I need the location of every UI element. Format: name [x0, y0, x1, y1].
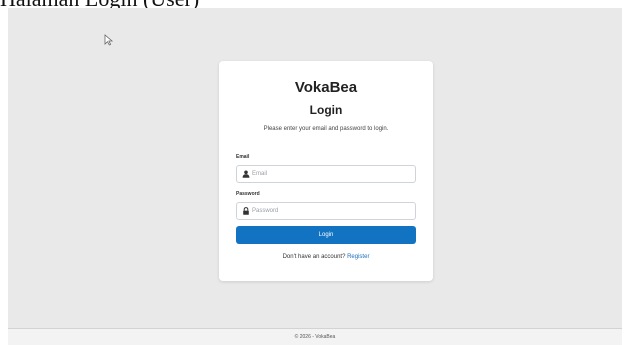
register-prompt: Don't have an account? Register	[219, 254, 433, 260]
no-account-text: Don't have an account?	[282, 254, 346, 260]
login-card: VokaBea Login Please enter your email an…	[219, 61, 433, 281]
page-footer: © 2026 - VokaBea	[8, 328, 622, 345]
login-heading: Login	[309, 103, 343, 117]
password-label: Password	[236, 191, 260, 197]
brand-title: VokaBea	[294, 79, 358, 96]
mouse-pointer-icon	[104, 34, 114, 46]
footer-copyright: © 2026 - VokaBea	[294, 334, 336, 340]
login-instructions: Please enter your email and password to …	[263, 126, 389, 132]
email-placeholder: Email	[252, 171, 268, 177]
browser-viewport: VokaBea Login Please enter your email an…	[8, 8, 622, 345]
email-label: Email	[236, 154, 250, 160]
password-field[interactable]: Password	[236, 202, 416, 220]
email-field[interactable]: Email	[236, 165, 416, 183]
lock-icon	[243, 207, 249, 215]
password-placeholder: Password	[252, 208, 279, 214]
register-link[interactable]: Register	[347, 254, 369, 260]
login-button[interactable]: Login	[236, 226, 416, 244]
user-icon	[242, 170, 250, 178]
